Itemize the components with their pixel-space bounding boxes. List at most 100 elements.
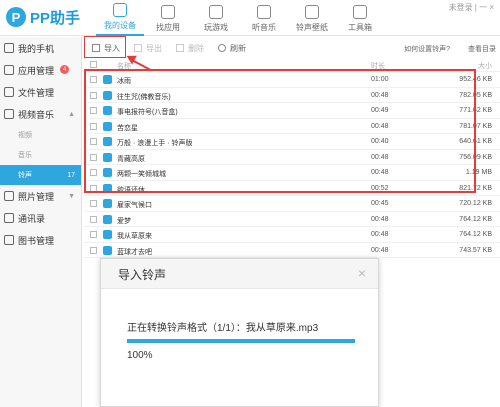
ringtone-file-icon [103, 230, 112, 239]
sidebar-item-label: 照片管理 [18, 191, 55, 202]
chevron-down-icon: ▼ [68, 192, 75, 200]
nav-label: 玩游戏 [204, 23, 228, 32]
sidebar-item-apps[interactable]: 应用管理 4 [0, 59, 81, 81]
sidebar-item-video-music[interactable]: 视频音乐 ▲ [0, 103, 81, 125]
list-highlight-box [84, 69, 476, 193]
logo-mark-icon: P [6, 7, 26, 27]
toolbox-icon [353, 5, 367, 19]
sidebar-item-label: 图书管理 [18, 235, 55, 246]
row-checkbox[interactable] [90, 246, 97, 254]
apps-count-badge: 4 [60, 65, 69, 74]
photo-icon [4, 191, 14, 201]
apps-icon [161, 5, 175, 19]
delete-label: 删除 [188, 43, 204, 53]
sidebar-item-label: 我的手机 [18, 43, 55, 54]
export-label: 导出 [146, 43, 162, 53]
progress-bar [127, 339, 355, 343]
table-row[interactable]: 爱梦 00:48 764.12 KB [84, 212, 500, 227]
nav-label: 我的设备 [104, 21, 136, 30]
nav-toolbox[interactable]: 工具箱 [336, 0, 384, 36]
music-icon [257, 5, 271, 19]
app-logo: P PP助手 [6, 4, 80, 30]
dialog-title: 导入铃声 [118, 268, 167, 282]
sidebar-subitem-music[interactable]: 音乐 [0, 145, 81, 165]
nav-music[interactable]: 听音乐 [240, 0, 288, 36]
dialog-header: 导入铃声 × [101, 259, 378, 289]
sidebar-item-contacts[interactable]: 通讯录 [0, 207, 81, 229]
sidebar-subitem-ringtone[interactable]: 铃声 17 [0, 165, 81, 185]
logo-text: PP助手 [30, 9, 81, 27]
wallpaper-icon [305, 5, 319, 19]
ringtone-size: 743.57 KB [459, 246, 492, 254]
sidebar-item-photos[interactable]: 照片管理 ▼ [0, 185, 81, 207]
sidebar-item-files[interactable]: 文件管理 [0, 81, 81, 103]
column-size[interactable]: 大小 [478, 61, 492, 71]
nav-label: 听音乐 [252, 23, 276, 32]
ringtone-name: 雇家气候口 [117, 202, 152, 209]
apps-icon [4, 65, 14, 75]
ringtone-size: 764.12 KB [459, 231, 492, 238]
top-bar: P PP助手 我的设备 找应用 玩游戏 听音乐 铃声壁纸 工具箱 未登录 | 一… [0, 0, 500, 36]
refresh-button[interactable]: 刷新 [218, 43, 246, 54]
nav-games[interactable]: 玩游戏 [192, 0, 240, 36]
close-icon[interactable]: × [358, 265, 366, 281]
row-checkbox[interactable] [90, 231, 97, 238]
sidebar-item-label: 铃声 [18, 172, 32, 179]
refresh-icon [218, 44, 226, 52]
ringtone-file-icon [103, 199, 112, 208]
delete-button[interactable]: 删除 [176, 43, 204, 54]
sidebar-subitem-video[interactable]: 视频 [0, 125, 81, 145]
sidebar-item-books[interactable]: 图书管理 [0, 229, 81, 251]
dialog-message: 正在转换铃声格式（1/1）：我从草原来.mp3 [127, 323, 319, 334]
sidebar-item-my-phone[interactable]: 我的手机 [0, 37, 81, 59]
table-row[interactable]: 我从草原来 00:48 764.12 KB [84, 227, 500, 243]
sidebar-item-label: 文件管理 [18, 87, 55, 98]
folder-icon [4, 87, 14, 97]
media-icon [4, 109, 14, 119]
main-nav: 我的设备 找应用 玩游戏 听音乐 铃声壁纸 工具箱 [96, 0, 384, 36]
ringtone-name: 爱梦 [117, 217, 131, 225]
nav-label: 工具箱 [348, 23, 372, 32]
ringtone-name: 我从草原来 [117, 233, 152, 240]
phone-icon [113, 3, 127, 17]
export-icon [134, 44, 142, 52]
nav-ringtone-wallpaper[interactable]: 铃声壁纸 [288, 0, 336, 36]
ringtone-file-icon [103, 214, 112, 224]
progress-percent: 100% [127, 350, 153, 361]
ringtone-duration: 00:48 [371, 246, 389, 254]
sidebar-item-label: 应用管理 [18, 65, 55, 76]
game-icon [209, 5, 223, 19]
ringtone-file-icon [103, 245, 112, 255]
ringtone-size: 720.12 KB [459, 200, 492, 207]
view-directory-link[interactable]: 查看目录 [468, 44, 496, 54]
export-button[interactable]: 导出 [134, 43, 162, 54]
row-checkbox[interactable] [90, 215, 97, 223]
select-all-checkbox[interactable] [90, 61, 97, 68]
progress-fill [127, 339, 355, 343]
ringtone-duration: 00:45 [371, 200, 389, 207]
chevron-up-icon: ▲ [68, 110, 75, 118]
ringtone-size: 764.12 KB [459, 215, 492, 223]
help-link[interactable]: 如何设置铃声? [404, 44, 450, 54]
ringtone-count: 17 [67, 171, 75, 179]
contacts-icon [4, 213, 14, 223]
nav-my-device[interactable]: 我的设备 [96, 0, 144, 36]
trash-icon [176, 44, 184, 52]
table-row[interactable]: 蓝球才去吧 00:48 743.57 KB [84, 243, 500, 258]
ringtone-duration: 00:48 [371, 215, 389, 223]
row-checkbox[interactable] [90, 200, 97, 207]
nav-label: 找应用 [156, 23, 180, 32]
sidebar-item-label: 通讯录 [18, 213, 46, 224]
phone-icon [4, 43, 14, 53]
refresh-label: 刷新 [230, 43, 246, 53]
window-controls[interactable]: 未登录 | 一 × [449, 2, 494, 13]
sidebar-item-label: 视频音乐 [18, 109, 55, 120]
book-icon [4, 235, 14, 245]
nav-label: 铃声壁纸 [296, 23, 328, 32]
sidebar: 我的手机 应用管理 4 文件管理 视频音乐 ▲ 视频 音乐 铃声 17 照片管理 ▼ 通… [0, 37, 82, 407]
ringtone-duration: 00:48 [371, 231, 389, 238]
import-ringtone-dialog: 导入铃声 × 正在转换铃声格式（1/1）：我从草原来.mp3 100% [100, 258, 379, 407]
nav-find-apps[interactable]: 找应用 [144, 0, 192, 36]
ringtone-name: 蓝球才去吧 [117, 248, 152, 256]
table-row[interactable]: 雇家气候口 00:45 720.12 KB [84, 196, 500, 212]
